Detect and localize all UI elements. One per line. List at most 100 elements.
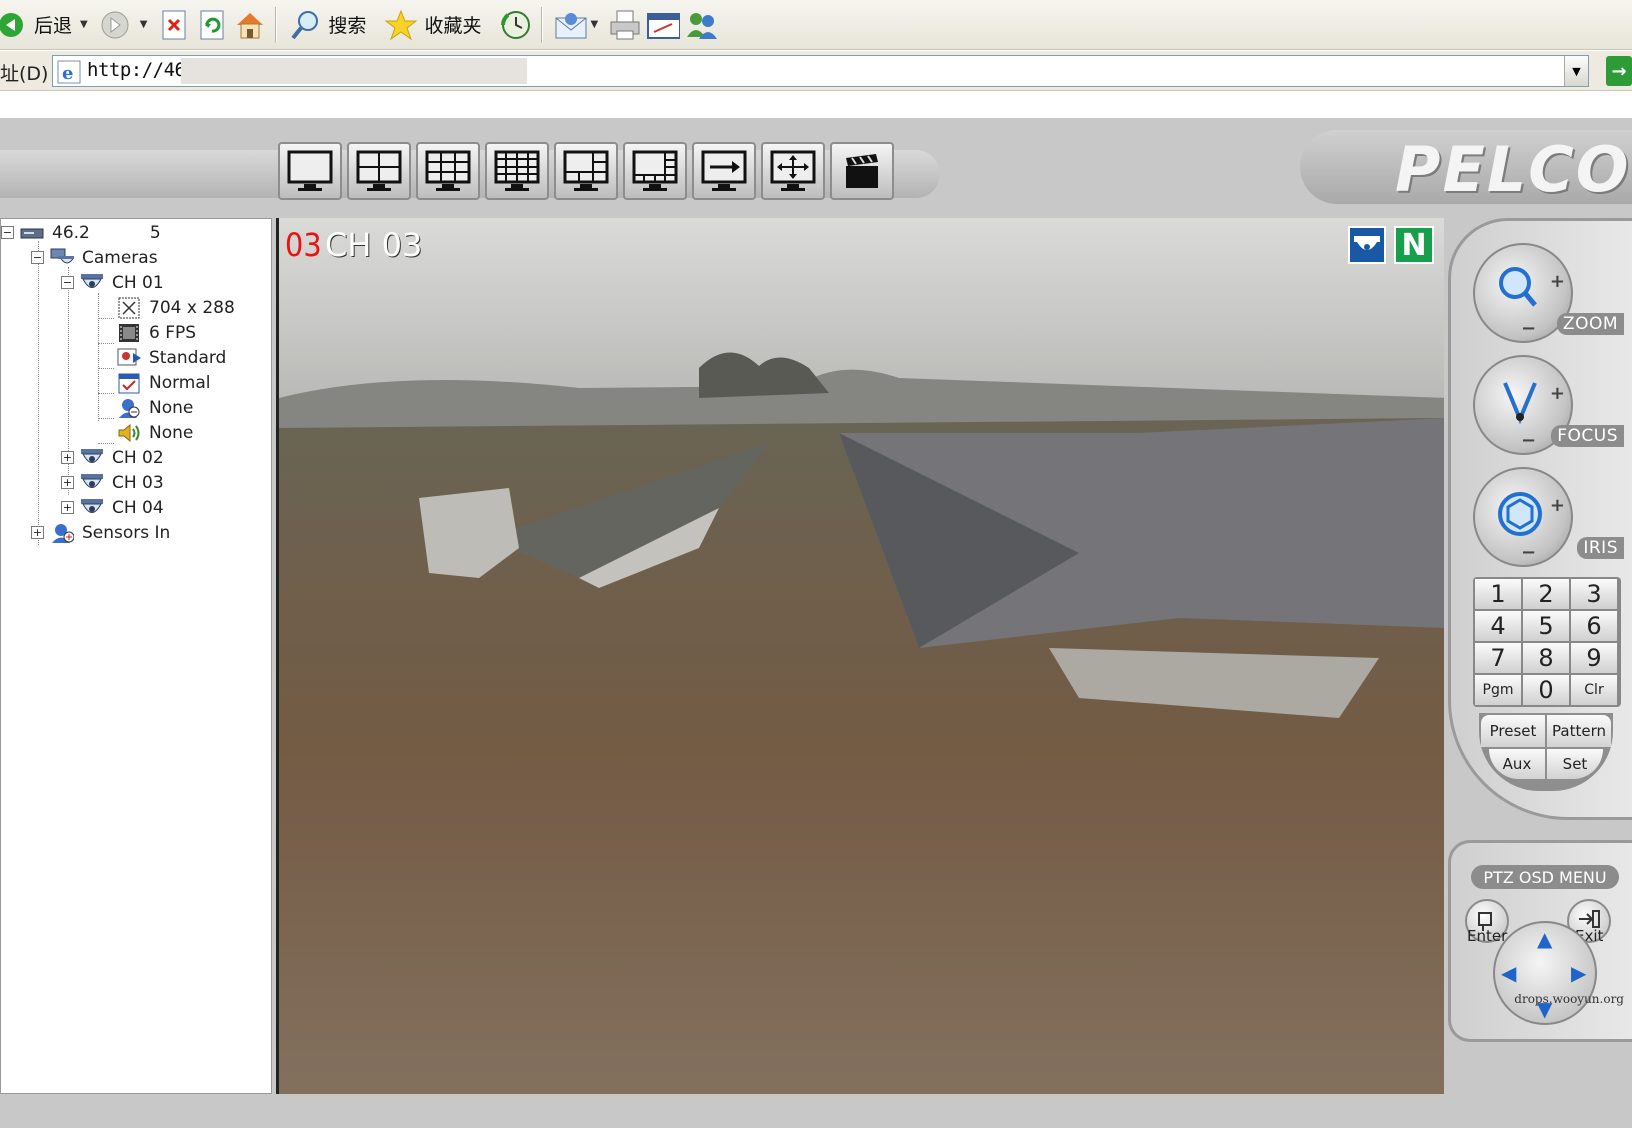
tree-ch03[interactable]: + CH 03 <box>61 470 164 495</box>
video-view[interactable]: 03 CH 03 N <box>276 218 1444 1094</box>
svg-text:e: e <box>62 63 73 84</box>
key-4[interactable]: 4 <box>1475 611 1521 641</box>
key-2[interactable]: 2 <box>1523 579 1569 609</box>
tree-audio[interactable]: None <box>117 420 193 445</box>
arrow-right-icon[interactable]: ▶ <box>1571 961 1586 985</box>
tree-ch01[interactable]: − CH 01 <box>61 270 164 295</box>
key-0[interactable]: 0 <box>1523 675 1569 705</box>
tree-mode[interactable]: Normal <box>117 370 211 395</box>
refresh-button[interactable] <box>195 5 229 45</box>
nine-view-button[interactable] <box>416 142 480 200</box>
forward-button[interactable]: ▼ <box>98 5 154 45</box>
channel-label: CH 03 <box>325 226 423 264</box>
favorites-button[interactable]: 收藏夹 <box>384 5 481 45</box>
arrow-left-icon[interactable]: ◀ <box>1501 961 1516 985</box>
chevron-down-icon[interactable]: ▼ <box>590 19 598 30</box>
iris-knob[interactable]: + − <box>1473 467 1573 567</box>
tree-ch02[interactable]: + CH 02 <box>61 445 164 470</box>
quad-view-button[interactable] <box>347 142 411 200</box>
ptz-function-buttons: Preset Pattern Aux Set <box>1479 713 1613 791</box>
toolbar-divider <box>541 6 543 43</box>
back-button[interactable]: 后退 ▼ <box>0 5 94 45</box>
key-6[interactable]: 6 <box>1571 611 1617 641</box>
home-button[interactable] <box>233 5 267 45</box>
sensor-icon <box>50 523 74 543</box>
calendar-check-icon <box>117 373 141 393</box>
key-clr[interactable]: Clr <box>1571 675 1617 705</box>
osd-menu-title: PTZ OSD MENU <box>1471 865 1619 889</box>
single-view-button[interactable] <box>278 142 342 200</box>
expand-icon[interactable]: + <box>31 526 44 539</box>
key-5[interactable]: 5 <box>1523 611 1569 641</box>
tree-ch04[interactable]: + CH 04 <box>61 495 164 520</box>
six-view-button[interactable] <box>554 142 618 200</box>
collapse-icon[interactable]: − <box>31 251 44 264</box>
tree-sensors[interactable]: + Sensors In <box>31 520 170 545</box>
collapse-icon[interactable]: − <box>1 226 14 239</box>
status-badge: N <box>1394 226 1434 264</box>
toolbar-divider <box>275 6 277 43</box>
history-icon <box>499 8 533 42</box>
collapse-icon[interactable]: − <box>61 276 74 289</box>
go-button[interactable]: → <box>1606 56 1632 86</box>
chevron-down-icon[interactable]: ▼ <box>140 19 148 30</box>
key-7[interactable]: 7 <box>1475 643 1521 673</box>
stop-button[interactable] <box>157 5 191 45</box>
enter-label: Enter <box>1467 927 1508 945</box>
expand-icon[interactable]: + <box>61 501 74 514</box>
sequence-button[interactable] <box>692 142 756 200</box>
dome-camera-icon <box>80 498 104 518</box>
resize-icon <box>117 297 141 318</box>
iris-close-icon[interactable]: − <box>1521 542 1536 563</box>
focus-icon <box>1503 382 1537 425</box>
address-dropdown-icon[interactable]: ▼ <box>1564 56 1588 86</box>
tree-resolution[interactable]: 704 x 288 <box>117 295 235 320</box>
tree-motion[interactable]: None <box>117 395 193 420</box>
arrow-up-icon[interactable]: ▲ <box>1537 927 1552 951</box>
key-3[interactable]: 3 <box>1571 579 1617 609</box>
device-tree: − 46.2 5 − Cameras − CH 01 704 x 288 6 F… <box>0 218 272 1094</box>
key-9[interactable]: 9 <box>1571 643 1617 673</box>
history-button[interactable] <box>499 5 533 45</box>
speaker-icon <box>117 423 141 443</box>
mail-button[interactable]: ▼ <box>554 5 604 45</box>
stop-icon <box>157 8 191 42</box>
back-arrow-icon <box>0 8 28 42</box>
expand-icon[interactable]: + <box>61 451 74 464</box>
key-8[interactable]: 8 <box>1523 643 1569 673</box>
clapperboard-icon[interactable] <box>830 142 894 200</box>
eight-view-button[interactable] <box>623 142 687 200</box>
fullscreen-button[interactable] <box>761 142 825 200</box>
focus-far-icon[interactable]: + <box>1550 383 1565 404</box>
chevron-down-icon[interactable]: ▼ <box>80 19 88 30</box>
expand-icon[interactable]: + <box>61 476 74 489</box>
tree-fps[interactable]: 6 FPS <box>117 320 196 345</box>
key-1[interactable]: 1 <box>1475 579 1521 609</box>
set-button[interactable]: Set <box>1547 749 1603 779</box>
key-pgm[interactable]: Pgm <box>1475 675 1521 705</box>
pattern-button[interactable]: Pattern <box>1547 715 1611 747</box>
iris-open-icon[interactable]: + <box>1550 495 1565 516</box>
search-button[interactable]: 搜索 <box>288 5 366 45</box>
aux-button[interactable]: Aux <box>1489 749 1545 779</box>
star-icon <box>384 8 418 42</box>
ptz-control-panel: + − ZOOM + − FOCUS + − IRIS 1 2 3 4 5 6 … <box>1448 218 1632 820</box>
home-icon <box>233 8 267 42</box>
tree-cameras[interactable]: − Cameras <box>31 245 158 270</box>
focus-near-icon[interactable]: − <box>1521 430 1536 451</box>
address-input[interactable]: e http://46.2 ▼ <box>52 55 1589 87</box>
zoom-out-icon[interactable]: − <box>1521 318 1536 339</box>
tree-root[interactable]: − 46.2 5 <box>1 220 161 245</box>
tree-quality[interactable]: Standard <box>117 345 226 370</box>
direction-pad[interactable]: ▲ ▼ ◀ ▶ <box>1493 921 1597 1025</box>
channel-number: 03 <box>285 226 322 264</box>
print-button[interactable] <box>608 5 642 45</box>
edit-button[interactable] <box>646 5 681 45</box>
messenger-button[interactable] <box>684 5 718 45</box>
browser-toolbar: 后退 ▼ ▼ 搜索 收藏夹 ▼ <box>0 0 1632 50</box>
preset-button[interactable]: Preset <box>1481 715 1545 747</box>
layout-toolbar <box>278 142 894 200</box>
sixteen-view-button[interactable] <box>485 142 549 200</box>
zoom-in-icon[interactable]: + <box>1550 271 1565 292</box>
ptz-keypad: 1 2 3 4 5 6 7 8 9 Pgm 0 Clr <box>1473 577 1621 707</box>
